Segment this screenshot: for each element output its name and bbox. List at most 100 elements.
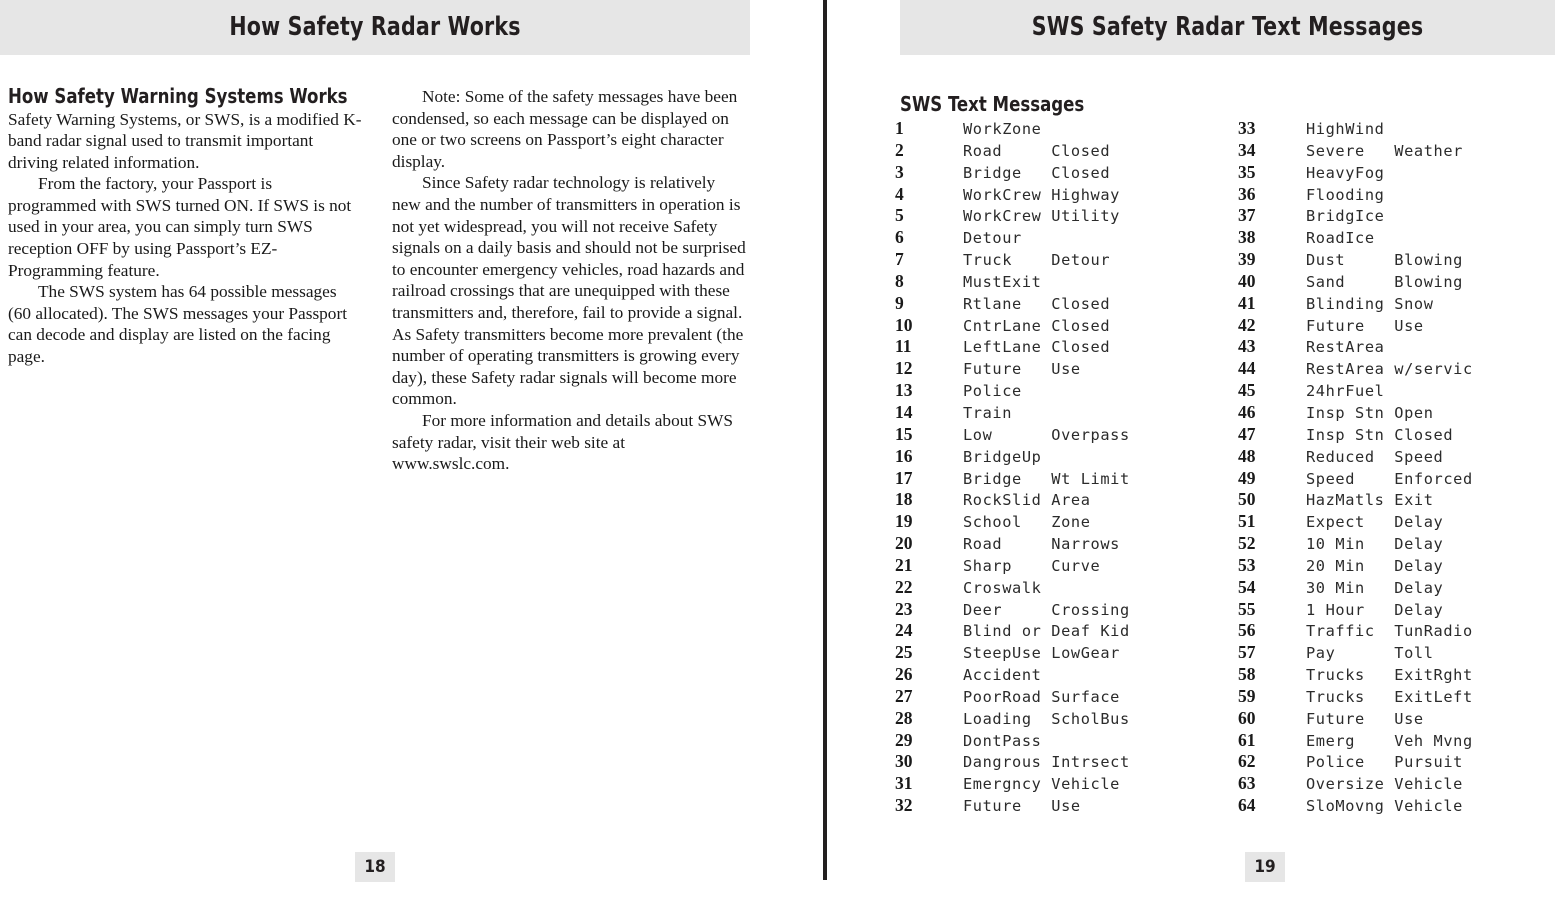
message-display-text: CntrLane Closed — [963, 316, 1111, 335]
message-number: 52 — [1238, 533, 1256, 554]
message-display-text: HeavyFog — [1306, 163, 1385, 182]
message-display-text: Future Use — [963, 797, 1081, 816]
message-row: 41 Blinding Snow — [1238, 293, 1555, 315]
message-row: 24 Blind or Deaf Kid — [895, 620, 1212, 642]
message-number: 38 — [1238, 227, 1256, 248]
message-display-text: 30 Min Delay — [1306, 578, 1444, 597]
message-display-text: WorkCrew Highway — [963, 185, 1120, 204]
message-number: 31 — [895, 773, 913, 794]
message-row: 42 Future Use — [1238, 315, 1555, 337]
message-display-text: Future Use — [963, 360, 1081, 379]
message-row: 44 RestArea w/servic — [1238, 358, 1555, 380]
message-number: 2 — [895, 139, 904, 160]
message-display-text: Road Closed — [963, 141, 1111, 160]
message-row: 4 WorkCrew Highway — [895, 184, 1212, 206]
message-number: 18 — [895, 489, 913, 510]
message-number: 4 — [895, 183, 904, 204]
left-page-body-columns: How Safety Warning Systems Works Safety … — [8, 84, 760, 475]
message-display-text: Bridge Closed — [963, 163, 1111, 182]
message-row: 64 SloMovng Vehicle — [1238, 795, 1555, 817]
message-row: 52 10 Min Delay — [1238, 533, 1555, 555]
message-display-text: Sharp Curve — [963, 556, 1101, 575]
left-column-two: Note: Some of the safety messages have b… — [392, 86, 746, 475]
message-number: 36 — [1238, 183, 1256, 204]
message-number: 57 — [1238, 642, 1256, 663]
message-row: 61 Emerg Veh Mvng — [1238, 730, 1555, 752]
message-display-text: BridgeUp — [963, 447, 1042, 466]
message-number: 28 — [895, 707, 913, 728]
message-display-text: 1 Hour Delay — [1306, 600, 1444, 619]
message-display-text: Insp Stn Open — [1306, 403, 1434, 422]
message-number: 10 — [895, 314, 913, 335]
section-heading-sws-text-messages: SWS Text Messages — [900, 92, 1085, 116]
message-display-text: HazMatls Exit — [1306, 491, 1434, 510]
message-row: 5 WorkCrew Utility — [895, 205, 1212, 227]
message-display-text: Emerg Veh Mvng — [1306, 731, 1473, 750]
message-display-text: Future Use — [1306, 709, 1424, 728]
message-display-text: Sand Blowing — [1306, 272, 1463, 291]
right-running-head-title: SWS Safety Radar Text Messages — [1031, 12, 1424, 42]
section-heading-how-safety-warning-systems-works: How Safety Warning Systems Works — [8, 84, 348, 108]
message-display-text: Accident — [963, 666, 1042, 685]
message-display-text: RestArea — [1306, 338, 1385, 357]
message-number: 13 — [895, 380, 913, 401]
message-number: 25 — [895, 642, 913, 663]
message-row: 27 PoorRoad Surface — [895, 686, 1212, 708]
message-number: 5 — [895, 205, 904, 226]
message-display-text: DontPass — [963, 731, 1042, 750]
message-display-text: BridgIce — [1306, 207, 1385, 226]
message-row: 40 Sand Blowing — [1238, 271, 1555, 293]
message-row: 28 Loading ScholBus — [895, 708, 1212, 730]
message-number: 48 — [1238, 445, 1256, 466]
message-number: 59 — [1238, 685, 1256, 706]
message-row: 32 Future Use — [895, 795, 1212, 817]
message-number: 16 — [895, 445, 913, 466]
message-row: 51 Expect Delay — [1238, 511, 1555, 533]
message-number: 54 — [1238, 576, 1256, 597]
message-row: 35 HeavyFog — [1238, 162, 1555, 184]
message-number: 35 — [1238, 161, 1256, 182]
message-display-text: Pay Toll — [1306, 644, 1434, 663]
message-number: 24 — [895, 620, 913, 641]
message-number: 34 — [1238, 139, 1256, 160]
message-display-text: RestArea w/servic — [1306, 360, 1473, 379]
message-display-text: RoadIce — [1306, 229, 1375, 248]
paragraph: The SWS system has 64 possible messages … — [8, 282, 348, 367]
message-row: 17 Bridge Wt Limit — [895, 468, 1212, 490]
message-row: 1 WorkZone — [895, 118, 1212, 140]
message-number: 14 — [895, 401, 913, 422]
message-number: 58 — [1238, 664, 1256, 685]
message-display-text: Road Narrows — [963, 535, 1120, 554]
message-row: 38 RoadIce — [1238, 227, 1555, 249]
message-row: 43 RestArea — [1238, 336, 1555, 358]
paragraph: Note: Some of the safety messages have b… — [392, 87, 738, 171]
message-row: 50 HazMatls Exit — [1238, 489, 1555, 511]
message-display-text: Insp Stn Closed — [1306, 425, 1454, 444]
message-column-right: 33 HighWind 34 Severe Weather 35 HeavyFog 36 Fl… — [1238, 118, 1555, 817]
message-number: 15 — [895, 423, 913, 444]
message-number: 51 — [1238, 511, 1256, 532]
message-number: 32 — [895, 795, 913, 816]
message-number: 12 — [895, 358, 913, 379]
message-display-text: RockSlid Area — [963, 491, 1091, 510]
message-number: 64 — [1238, 795, 1256, 816]
message-display-text: SteepUse LowGear — [963, 644, 1120, 663]
message-display-text: Blind or Deaf Kid — [963, 622, 1130, 641]
message-number: 7 — [895, 249, 904, 270]
message-row: 29 DontPass — [895, 730, 1212, 752]
message-row: 8 MustExit — [895, 271, 1212, 293]
message-display-text: Trucks ExitLeft — [1306, 687, 1473, 706]
message-row: 63 Oversize Vehicle — [1238, 773, 1555, 795]
message-display-text: Severe Weather — [1306, 141, 1463, 160]
message-number: 21 — [895, 554, 913, 575]
right-page: SWS Safety Radar Text Messages SWS Text … — [827, 0, 1555, 900]
message-display-text: Oversize Vehicle — [1306, 775, 1463, 794]
message-number: 29 — [895, 729, 913, 750]
message-row: 33 HighWind — [1238, 118, 1555, 140]
message-row: 9 Rtlane Closed — [895, 293, 1212, 315]
message-number: 11 — [895, 336, 912, 357]
message-number: 43 — [1238, 336, 1256, 357]
message-display-text: HighWind — [1306, 120, 1385, 138]
message-row: 3 Bridge Closed — [895, 162, 1212, 184]
message-row: 54 30 Min Delay — [1238, 577, 1555, 599]
